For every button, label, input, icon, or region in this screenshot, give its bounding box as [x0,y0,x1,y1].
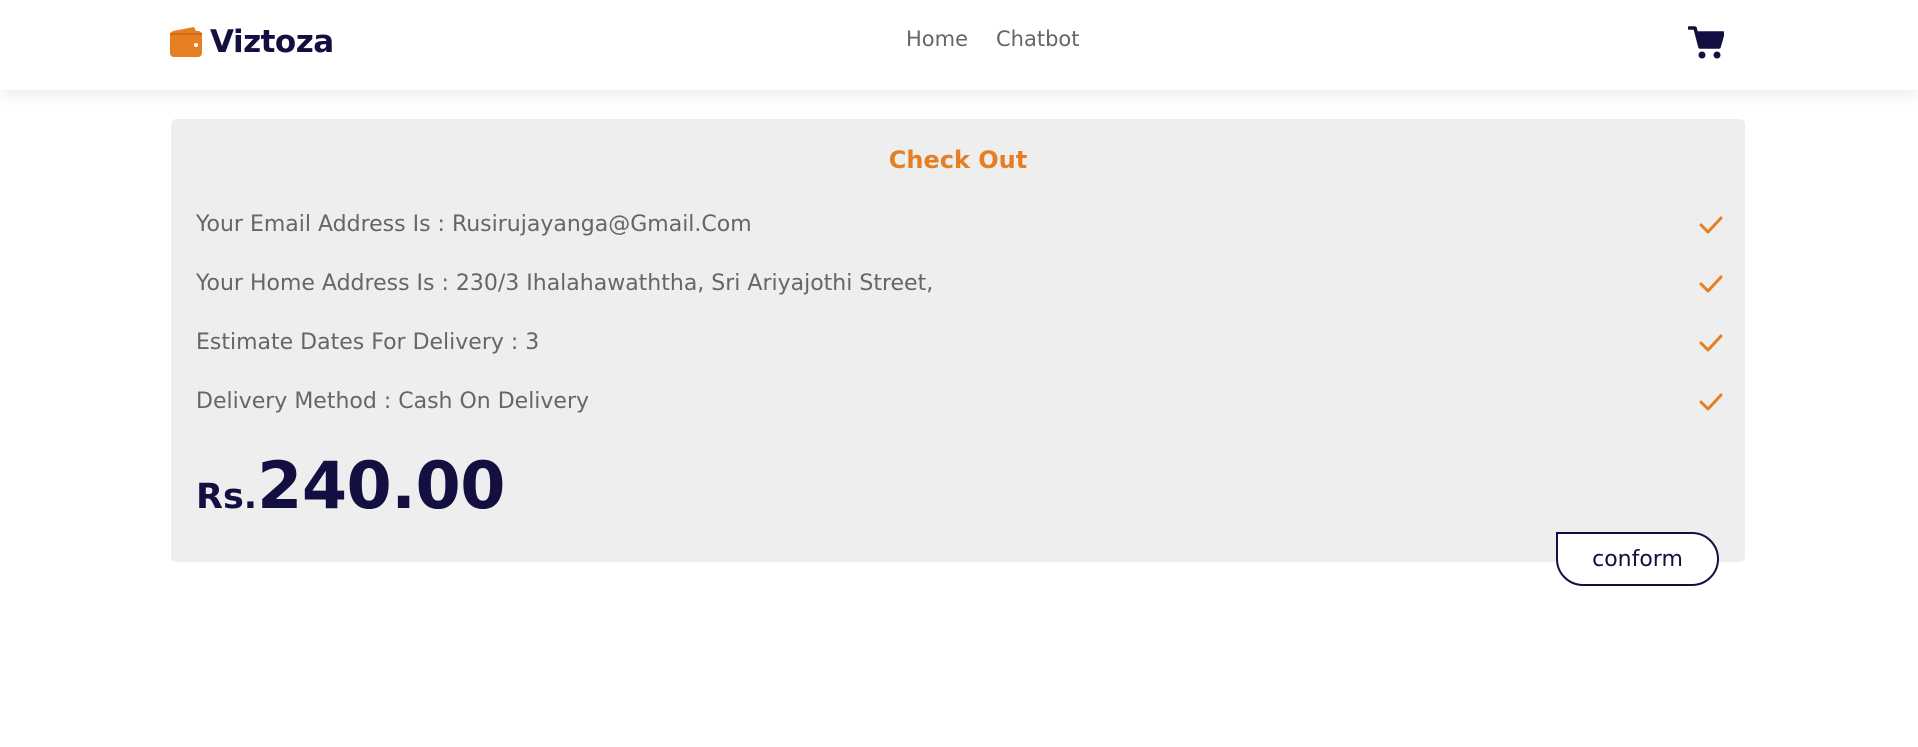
delivery-method-text: Delivery Method : Cash On Delivery [196,389,590,414]
shopping-cart-icon[interactable] [1688,24,1724,60]
nav-link-home[interactable]: Home [906,27,968,51]
check-icon [1699,334,1723,352]
wallet-icon [170,27,202,57]
checkout-row-delivery-method: Delivery Method : Cash On Delivery [196,386,1723,418]
checkout-row-email: Your Email Address Is : Rusirujayanga@Gm… [196,209,1723,241]
brand-name: Viztoza [210,24,334,60]
nav-link-chatbot[interactable]: Chatbot [996,27,1080,51]
checkout-row-delivery-dates: Estimate Dates For Delivery : 3 [196,327,1723,359]
email-text: Your Email Address Is : Rusirujayanga@Gm… [196,212,752,237]
checkout-panel: Check Out Your Email Address Is : Rusiru… [171,119,1745,562]
check-icon [1699,216,1723,234]
checkout-title: Check Out [888,146,1028,174]
brand-logo[interactable]: Viztoza [170,22,334,62]
navbar: Viztoza Home Chatbot [0,0,1918,90]
checkout-row-address: Your Home Address Is : 230/3 Ihalahawath… [196,268,1723,300]
price-amount: 240.00 [257,449,505,524]
total-price: Rs.240.00 [196,449,505,524]
main-nav: Home Chatbot [906,27,1080,51]
price-currency: Rs. [196,477,258,517]
check-icon [1699,275,1723,293]
confirm-button[interactable]: conform [1556,532,1719,586]
delivery-dates-text: Estimate Dates For Delivery : 3 [196,330,540,355]
check-icon [1699,393,1723,411]
address-text: Your Home Address Is : 230/3 Ihalahawath… [196,271,934,296]
